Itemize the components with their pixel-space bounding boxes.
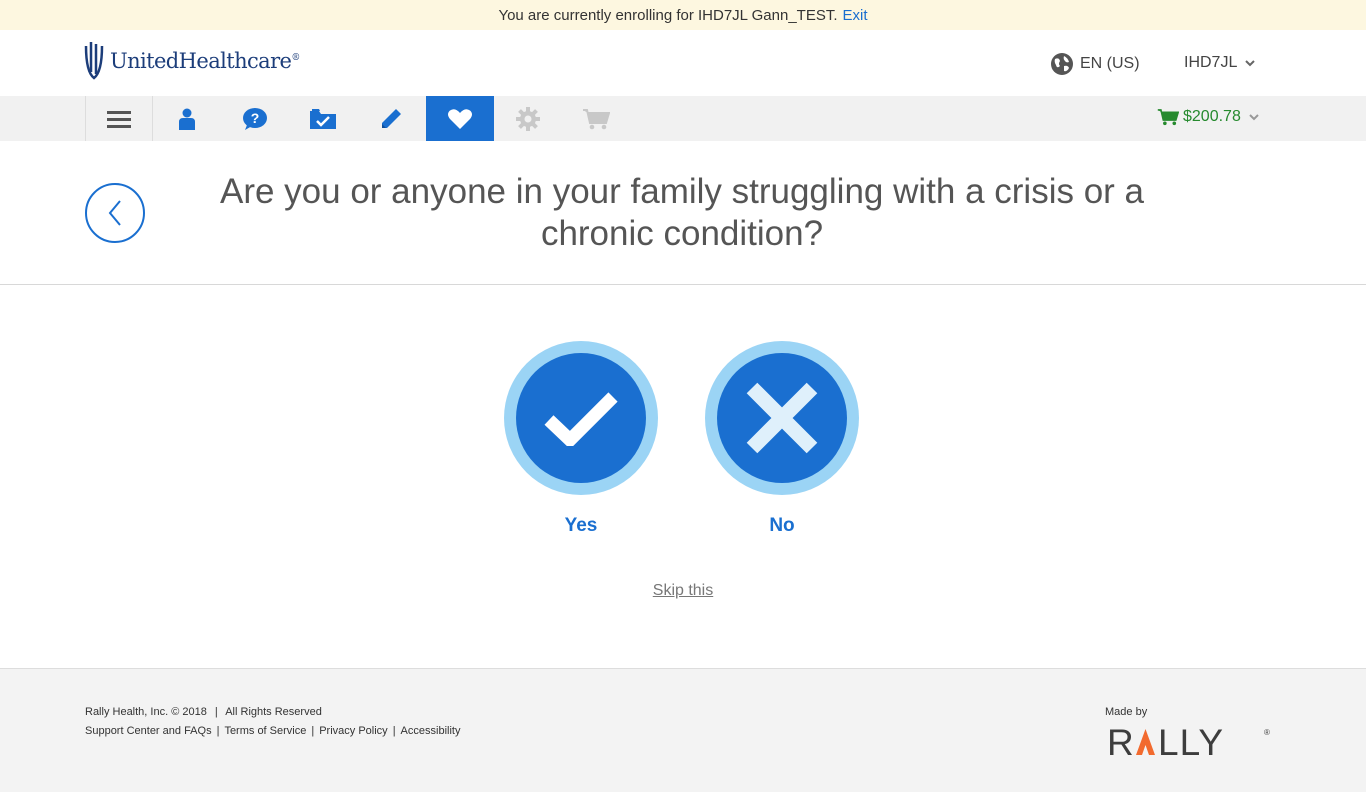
nav-documents[interactable] [289,96,357,141]
nav-menu[interactable] [85,96,153,141]
registered-mark: ® [291,53,300,63]
nav-cart[interactable] [562,96,630,141]
no-button[interactable]: No [705,341,859,537]
help-icon: ? [243,107,267,130]
no-label: No [769,515,795,536]
chevron-down-icon [1245,60,1256,67]
globe-icon [1051,53,1073,75]
unitedhealthcare-logo[interactable]: UnitedHealthcare® [84,42,300,80]
privacy-link[interactable]: Privacy Policy [319,725,387,737]
nav-help[interactable]: ? [221,96,289,141]
copyright-text: Rally Health, Inc. © 2018 [85,706,207,718]
svg-text:?: ? [251,110,260,126]
yes-label: Yes [564,515,598,536]
chevron-down-icon [1249,114,1259,121]
site-header: UnitedHealthcare® EN (US) IHD7JL [0,30,1366,96]
support-link[interactable]: Support Center and FAQs [85,725,212,737]
enrollment-banner: You are currently enrolling for IHD7JL G… [0,0,1366,30]
cart-total[interactable]: $200.78 [1157,108,1259,126]
nav-health[interactable] [426,96,494,141]
logo-text: UnitedHealthcare [110,49,292,73]
nav-profile[interactable] [153,96,221,141]
pencil-icon [382,108,401,128]
footer-links: Support Center and FAQs | Terms of Servi… [85,725,461,737]
svg-text:LLY: LLY [1158,722,1224,761]
nav-edit[interactable] [357,96,425,141]
person-icon [179,108,195,130]
gear-icon [516,106,540,131]
made-by-label: Made by [1105,706,1148,718]
exit-link[interactable]: Exit [843,7,868,24]
enrollment-banner-text: You are currently enrolling for IHD7JL G… [498,6,838,24]
cart-total-amount: $200.78 [1183,108,1241,125]
back-button[interactable] [85,183,145,243]
user-menu[interactable]: IHD7JL [1184,54,1256,72]
chevron-left-icon [108,200,121,226]
skip-link[interactable]: Skip this [653,582,713,599]
site-footer: Rally Health, Inc. © 2018 | All Rights R… [0,668,1366,792]
menu-icon [107,110,131,128]
language-selector[interactable]: EN (US) [1050,52,1140,76]
terms-link[interactable]: Terms of Service [224,725,306,737]
question-text: Are you or anyone in your family struggl… [219,172,1144,253]
user-id: IHD7JL [1184,54,1238,71]
question-section: Are you or anyone in your family struggl… [0,141,1366,285]
language-label: EN (US) [1080,55,1140,72]
close-icon [746,382,818,454]
folder-check-icon [310,108,336,129]
uhc-shield-icon [84,42,104,80]
rights-text: All Rights Reserved [225,706,322,718]
svg-text:®: ® [1264,728,1270,737]
heart-icon [448,108,472,129]
main-nav: ? $200.78 [0,96,1366,141]
checkmark-icon [544,392,618,446]
cart-icon [583,108,610,129]
svg-text:R: R [1107,722,1135,761]
accessibility-link[interactable]: Accessibility [401,725,461,737]
yes-button[interactable]: Yes [504,341,658,537]
rally-logo[interactable]: R LLY ® [1107,721,1271,761]
cart-icon [1157,109,1179,126]
nav-settings[interactable] [494,96,562,141]
